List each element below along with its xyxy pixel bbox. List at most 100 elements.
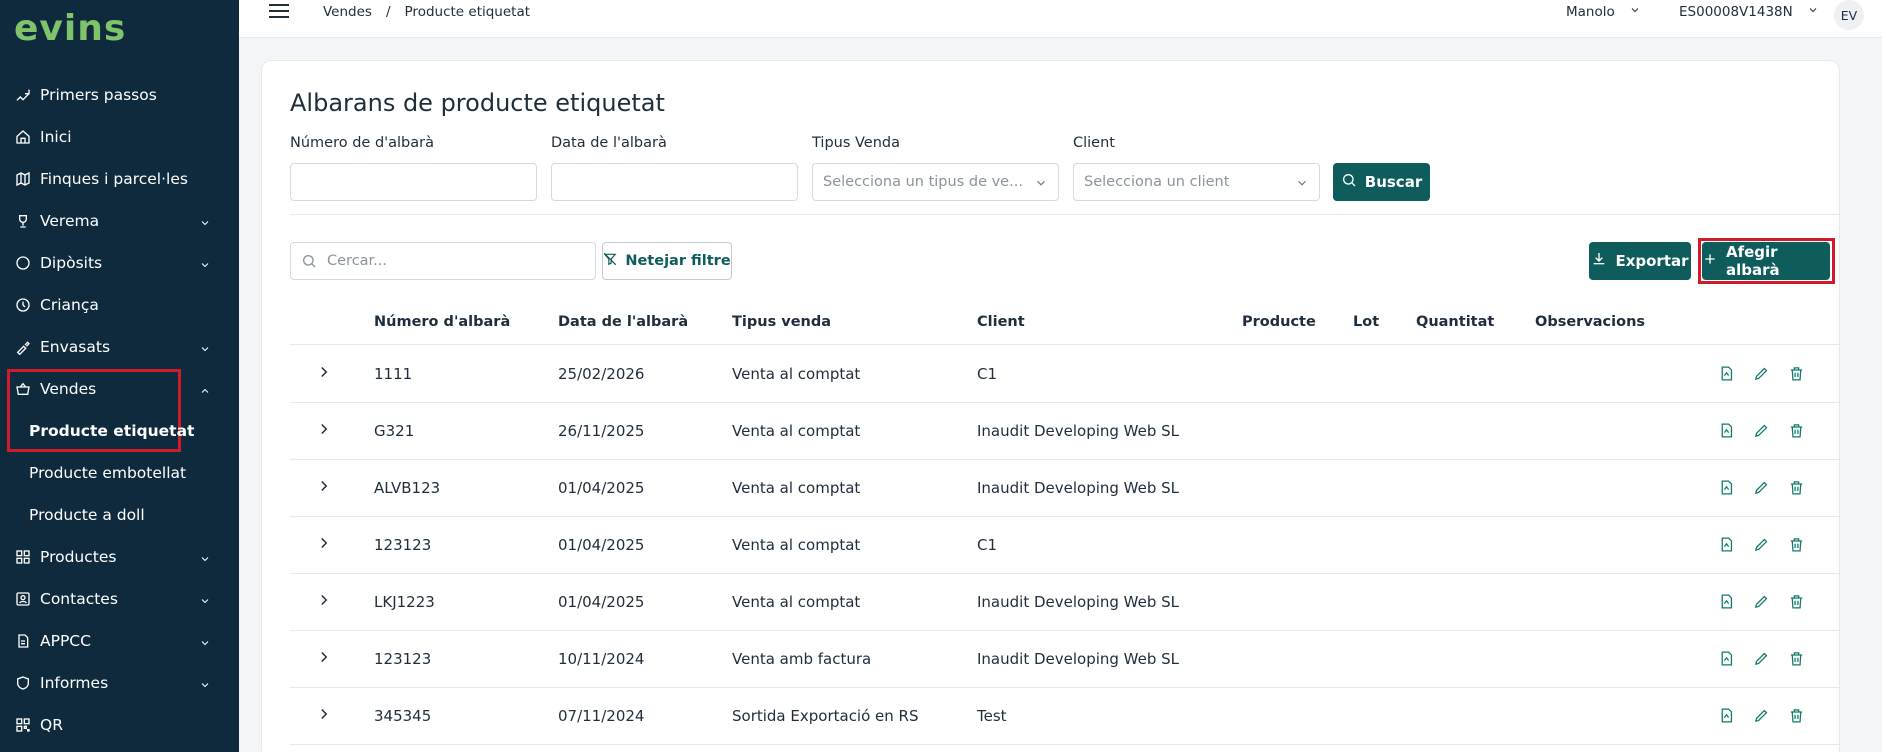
- sidebar-item-qr[interactable]: QR: [0, 705, 239, 745]
- client-select[interactable]: Selecciona un client: [1073, 163, 1320, 201]
- chevron-right-icon[interactable]: [315, 534, 337, 556]
- sidebar-item-inici[interactable]: Inici: [0, 117, 239, 157]
- sidebar-subitem-producte-embotellat[interactable]: Producte embotellat: [0, 454, 239, 492]
- col-observacions[interactable]: Observacions: [1535, 314, 1645, 330]
- main-card: Albarans de producte etiquetat Número de…: [261, 60, 1841, 752]
- col-client[interactable]: Client: [977, 314, 1025, 330]
- breadcrumb-separator: /: [385, 4, 391, 20]
- cell-num-albara: 345345: [374, 707, 432, 725]
- sidebar-item-verema[interactable]: Verema: [0, 201, 239, 241]
- col-num-albara[interactable]: Número d'albarà: [374, 314, 510, 330]
- clear-filter-button[interactable]: Netejar filtre: [602, 242, 732, 280]
- chevron-down-icon: [1295, 176, 1307, 188]
- col-data-albara[interactable]: Data de l'albarà: [558, 314, 688, 330]
- sidebar-item-crianca[interactable]: Criança: [0, 285, 239, 325]
- table-row[interactable]: LKJ1223 01/04/2025 Venta al comptat Inau…: [290, 574, 1841, 631]
- trash-icon[interactable]: [1788, 707, 1805, 724]
- trash-icon[interactable]: [1788, 593, 1805, 610]
- edit-icon[interactable]: [1753, 365, 1770, 382]
- table-row[interactable]: 1111 25/02/2026 Venta al comptat C1: [290, 346, 1841, 403]
- edit-icon[interactable]: [1753, 422, 1770, 439]
- table-row[interactable]: 123123 01/04/2025 Venta al comptat C1: [290, 517, 1841, 574]
- chevron-down-icon: [199, 677, 211, 689]
- col-quantitat[interactable]: Quantitat: [1416, 314, 1494, 330]
- edit-icon[interactable]: [1753, 650, 1770, 667]
- data-albara-label: Data de l'albarà: [551, 135, 667, 151]
- grid-icon: [14, 548, 32, 566]
- col-producte[interactable]: Producte: [1242, 314, 1316, 330]
- export-button[interactable]: Exportar: [1589, 242, 1691, 280]
- avatar[interactable]: EV: [1834, 0, 1864, 30]
- sidebar-item-contactes[interactable]: Contactes: [0, 579, 239, 619]
- table-row[interactable]: ALVB123 01/04/2025 Venta al comptat Inau…: [290, 460, 1841, 517]
- edit-icon[interactable]: [1753, 707, 1770, 724]
- export-label: Exportar: [1615, 252, 1689, 270]
- edit-icon[interactable]: [1753, 593, 1770, 610]
- menu-icon[interactable]: [269, 4, 289, 22]
- pdf-icon[interactable]: [1718, 650, 1735, 667]
- company-selector[interactable]: ES00008V1438N: [1679, 4, 1819, 20]
- trash-icon[interactable]: [1788, 365, 1805, 382]
- sidebar-item-diposits[interactable]: Dipòsits: [0, 243, 239, 283]
- sidebar-item-label: QR: [40, 716, 63, 734]
- pdf-icon[interactable]: [1718, 593, 1735, 610]
- trash-icon[interactable]: [1788, 479, 1805, 496]
- company-code: ES00008V1438N: [1679, 4, 1793, 20]
- cell-tipus-venda: Venta al comptat: [732, 479, 861, 497]
- chevron-down-icon: [199, 551, 211, 563]
- table-row[interactable]: 345345 07/11/2024 Sortida Exportació en …: [290, 688, 1841, 745]
- tipus-venda-select[interactable]: Selecciona un tipus de ve...: [812, 163, 1059, 201]
- sidebar-item-finques[interactable]: Finques i parcel·les: [0, 159, 239, 199]
- search-input[interactable]: Cercar...: [290, 242, 596, 280]
- cell-data-albara: 25/02/2026: [558, 365, 645, 383]
- col-lot[interactable]: Lot: [1353, 314, 1379, 330]
- cell-tipus-venda: Venta al comptat: [732, 365, 861, 383]
- pdf-icon[interactable]: [1718, 536, 1735, 553]
- pdf-icon[interactable]: [1718, 707, 1735, 724]
- chevron-right-icon[interactable]: [315, 363, 337, 385]
- chevron-down-icon: [199, 635, 211, 647]
- pdf-icon[interactable]: [1718, 479, 1735, 496]
- row-actions: [1718, 536, 1805, 553]
- trash-icon[interactable]: [1788, 650, 1805, 667]
- table-row[interactable]: G321 26/11/2025 Venta al comptat Inaudit…: [290, 403, 1841, 460]
- sidebar-subitem-producte-etiquetat[interactable]: Producte etiquetat: [0, 412, 239, 450]
- sidebar-subitem-producte-a-doll[interactable]: Producte a doll: [0, 496, 239, 534]
- chevron-right-icon[interactable]: [315, 591, 337, 613]
- chevron-right-icon[interactable]: [315, 477, 337, 499]
- page-title: Albarans de producte etiquetat: [290, 89, 665, 117]
- chevron-down-icon: [1034, 176, 1046, 188]
- cell-data-albara: 01/04/2025: [558, 593, 645, 611]
- sidebar: evins Primers passos Inici Finques i par…: [0, 0, 239, 752]
- trash-icon[interactable]: [1788, 422, 1805, 439]
- sidebar-item-primers-passos[interactable]: Primers passos: [0, 75, 239, 115]
- chevron-right-icon[interactable]: [315, 705, 337, 727]
- edit-icon[interactable]: [1753, 536, 1770, 553]
- data-albara-input[interactable]: [551, 163, 798, 201]
- breadcrumb-current: Producte etiquetat: [404, 4, 531, 20]
- sidebar-item-productes[interactable]: Productes: [0, 537, 239, 577]
- table-row[interactable]: 123123 10/11/2024 Venta amb factura Inau…: [290, 631, 1841, 688]
- user-name: Manolo: [1566, 4, 1615, 20]
- num-albara-input[interactable]: [290, 163, 537, 201]
- user-selector[interactable]: Manolo: [1566, 4, 1641, 20]
- bottle-icon: [14, 338, 32, 356]
- trash-icon[interactable]: [1788, 536, 1805, 553]
- divider: [290, 214, 1841, 215]
- chevron-right-icon[interactable]: [315, 420, 337, 442]
- row-actions: [1718, 650, 1805, 667]
- chevron-right-icon[interactable]: [315, 648, 337, 670]
- sidebar-item-informes[interactable]: Informes: [0, 663, 239, 703]
- pdf-icon[interactable]: [1718, 422, 1735, 439]
- col-tipus-venda[interactable]: Tipus venda: [732, 314, 831, 330]
- sidebar-item-appcc[interactable]: APPCC: [0, 621, 239, 661]
- edit-icon[interactable]: [1753, 479, 1770, 496]
- cell-tipus-venda: Venta al comptat: [732, 422, 861, 440]
- buscar-button[interactable]: Buscar: [1333, 163, 1430, 201]
- pdf-icon[interactable]: [1718, 365, 1735, 382]
- cell-data-albara: 01/04/2025: [558, 479, 645, 497]
- cell-tipus-venda: Sortida Exportació en RS: [732, 707, 919, 725]
- client-label: Client: [1073, 135, 1115, 151]
- breadcrumb-vendes[interactable]: Vendes: [323, 4, 372, 20]
- sidebar-item-envasats[interactable]: Envasats: [0, 327, 239, 367]
